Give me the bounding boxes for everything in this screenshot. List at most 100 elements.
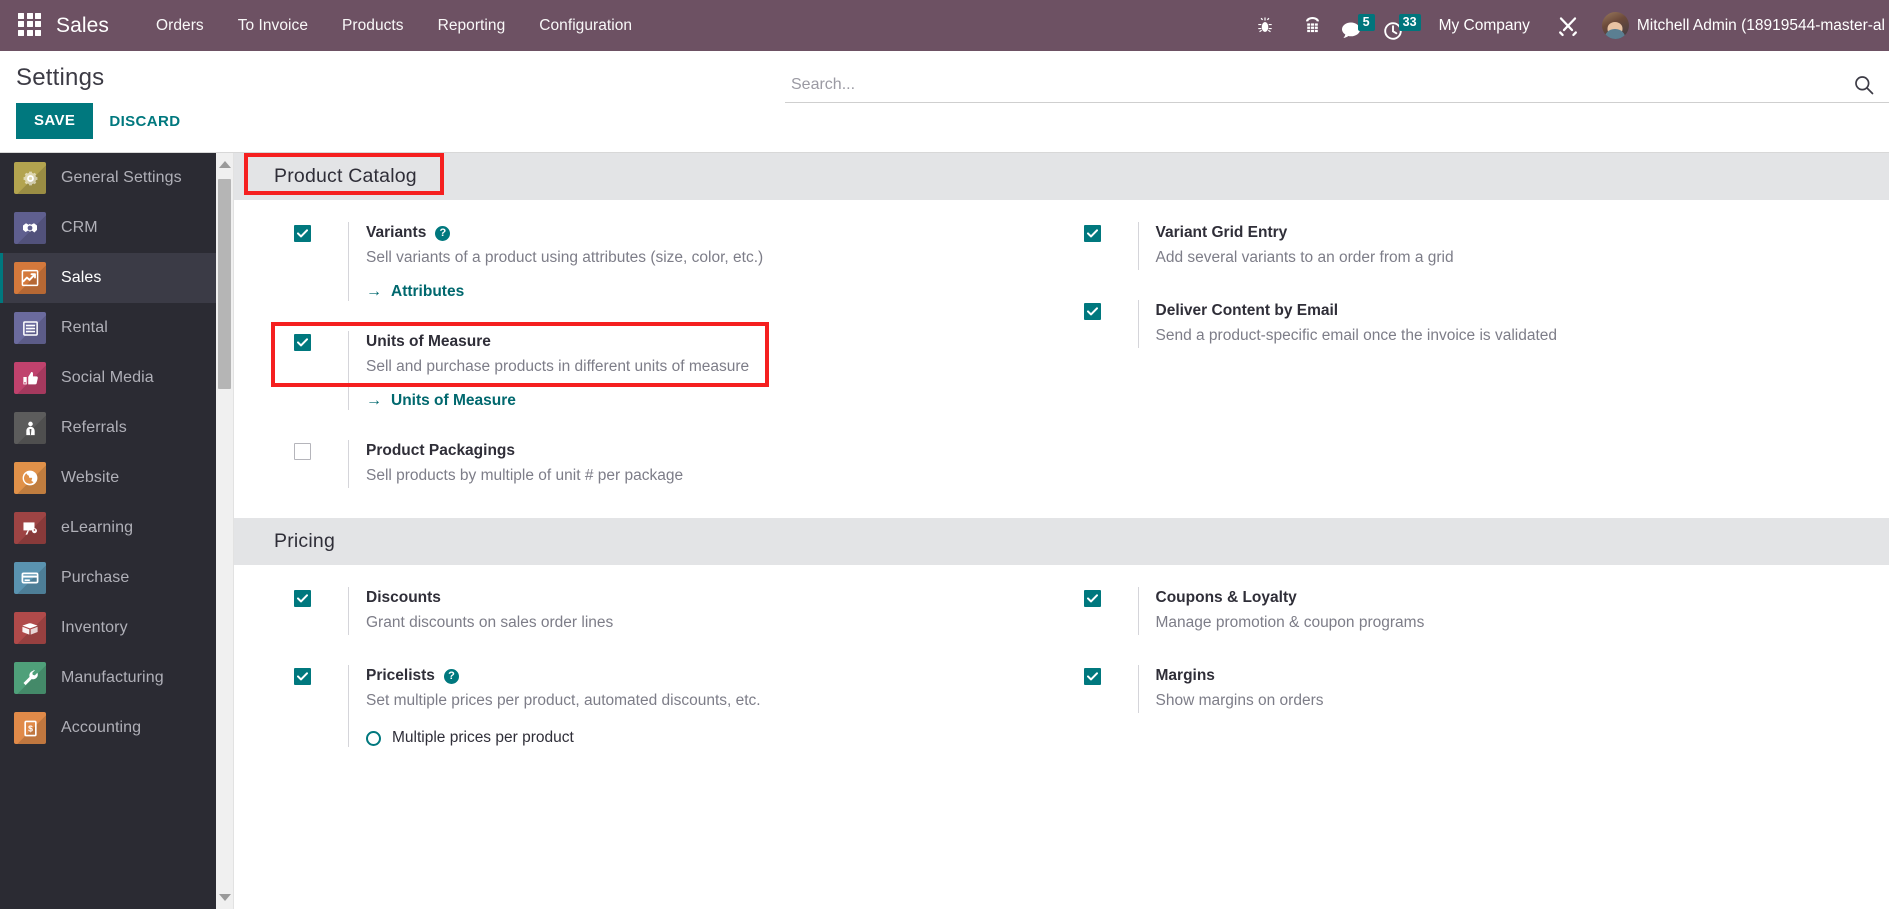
sidebar-item-crm[interactable]: CRM [0,203,216,253]
setting-description: Set multiple prices per product, automat… [366,692,761,709]
messages-count-badge: 5 [1357,14,1375,31]
setting-description: Add several variants to an order from a … [1155,249,1454,266]
activities-button[interactable]: 33 [1383,6,1421,46]
link-units-of-measure[interactable]: → Units of Measure [366,392,516,410]
sidebar-item-label: Inventory [61,619,128,636]
setting-description: Show margins on orders [1155,692,1324,709]
units-of-measure-checkbox[interactable] [294,334,311,351]
sidebar-item-inventory[interactable]: Inventory [0,603,216,653]
sidebar-item-purchase[interactable]: Purchase [0,553,216,603]
checkbox-cell [294,665,348,747]
save-button[interactable]: SAVE [16,103,94,139]
dialpad-icon[interactable] [1296,0,1330,51]
product-packagings-checkbox[interactable] [294,443,311,460]
avatar[interactable] [1601,12,1629,39]
setting-label: Discounts [366,589,441,606]
sidebar-item-label: Website [61,469,120,486]
pricelist-mode-option[interactable]: Multiple prices per product [366,729,1062,747]
sidebar-item-label: Purchase [61,569,130,586]
checkbox-cell [294,331,348,410]
triangle-up-icon[interactable] [219,161,231,168]
activities-count-badge: 33 [1398,13,1421,31]
arrow-right-icon: → [366,392,382,409]
triangle-down-icon[interactable] [219,894,231,901]
help-icon[interactable]: ? [443,668,459,684]
sidebar-item-general-settings[interactable]: General Settings [0,153,216,203]
sidebar-item-accounting[interactable]: $ Accounting [0,703,216,753]
setting-label-wrap: Coupons & Loyalty [1156,587,1889,609]
search-input[interactable] [785,75,1849,94]
settings-column-right: Coupons & Loyalty Manage promotion & cou… [1062,587,1889,777]
section-body-pricing: Discounts Grant discounts on sales order… [234,565,1889,777]
sidebar-item-label: Sales [61,269,102,286]
radio-multiple-prices[interactable] [366,730,381,746]
setting-description: Send a product-specific email once the i… [1155,327,1558,344]
sidebar-item-referrals[interactable]: Referrals [0,403,216,453]
sidebar-item-label: Referrals [61,419,127,436]
bug-icon[interactable] [1248,0,1282,51]
menu-to-invoice[interactable]: To Invoice [221,17,325,35]
setting-label-wrap: Discounts [366,587,1062,609]
sidebar-item-elearning[interactable]: eLearning [0,503,216,553]
setting-pricelists: Pricelists ? Set multiple prices per pro… [294,665,1062,747]
scroll-thumb[interactable] [218,179,231,389]
globe-icon [14,462,46,494]
setting-label: Variants [366,224,427,241]
sidebar-item-label: Social Media [61,369,154,386]
search-icon[interactable] [1849,75,1889,95]
setting-product-packagings: Product Packagings Sell products by mult… [294,440,1062,488]
menu-reporting[interactable]: Reporting [421,17,523,35]
deliver-content-by-email-checkbox[interactable] [1083,303,1101,320]
setting-label: Deliver Content by Email [1155,302,1339,319]
menu-configuration[interactable]: Configuration [522,17,649,35]
section-title: Product Catalog [274,165,417,187]
sidebar-item-rental[interactable]: Rental [0,303,216,353]
setting-variant-grid-entry: Variant Grid Entry Add several variants … [1083,222,1889,270]
apps-grid-icon[interactable] [18,12,44,39]
sidebar-item-social-media[interactable]: Social Media [0,353,216,403]
company-switcher[interactable]: My Company [1425,17,1544,35]
arrow-right-icon: → [366,283,382,300]
discounts-checkbox[interactable] [294,590,311,607]
sidebar-item-sales[interactable]: Sales [0,253,216,303]
setting-label-wrap: Deliver Content by Email [1156,300,1889,322]
document-list-icon [14,312,46,344]
link-attributes[interactable]: → Attributes [366,283,464,301]
messages-button[interactable]: 5 [1341,6,1375,45]
people-icon [14,412,46,444]
sidebar-item-label: General Settings [61,169,182,186]
setting-description: Sell products by multiple of unit # per … [366,467,684,484]
setting-description: Manage promotion & coupon programs [1155,614,1425,631]
settings-scrollbar[interactable] [216,153,234,909]
checkbox-cell [1083,222,1138,270]
app-brand-sales[interactable]: Sales [56,14,109,38]
margins-checkbox[interactable] [1083,668,1101,685]
svg-text:$: $ [28,723,33,733]
checkbox-cell [294,222,348,301]
handshake-icon [14,212,46,244]
menu-orders[interactable]: Orders [139,17,221,35]
sidebar-item-website[interactable]: Website [0,453,216,503]
setting-label: Coupons & Loyalty [1155,589,1297,606]
link-label: Attributes [391,283,465,300]
checkbox-cell [294,440,348,488]
variant-grid-entry-checkbox[interactable] [1083,225,1101,242]
setting-text: Variant Grid Entry Add several variants … [1137,222,1889,270]
setting-text: Coupons & Loyalty Manage promotion & cou… [1137,587,1889,635]
setting-margins: Margins Show margins on orders [1083,665,1889,713]
menu-products[interactable]: Products [325,17,421,35]
sidebar-item-manufacturing[interactable]: Manufacturing [0,653,216,703]
setting-variants: Variants ? Sell variants of a product us… [294,222,1062,301]
user-menu[interactable]: Mitchell Admin (18919544-master-al [1637,17,1889,35]
sidebar-item-label: Accounting [61,719,142,736]
discard-button[interactable]: DISCARD [93,104,196,139]
control-panel-buttons: SAVE DISCARD [0,103,1889,139]
setting-label: Margins [1155,667,1215,684]
tools-icon[interactable] [1551,0,1585,51]
variants-checkbox[interactable] [294,225,311,242]
help-icon[interactable]: ? [435,225,451,241]
checkbox-cell [1083,665,1138,713]
coupons-loyalty-checkbox[interactable] [1083,590,1101,607]
box-icon [14,612,46,644]
pricelists-checkbox[interactable] [294,668,311,685]
